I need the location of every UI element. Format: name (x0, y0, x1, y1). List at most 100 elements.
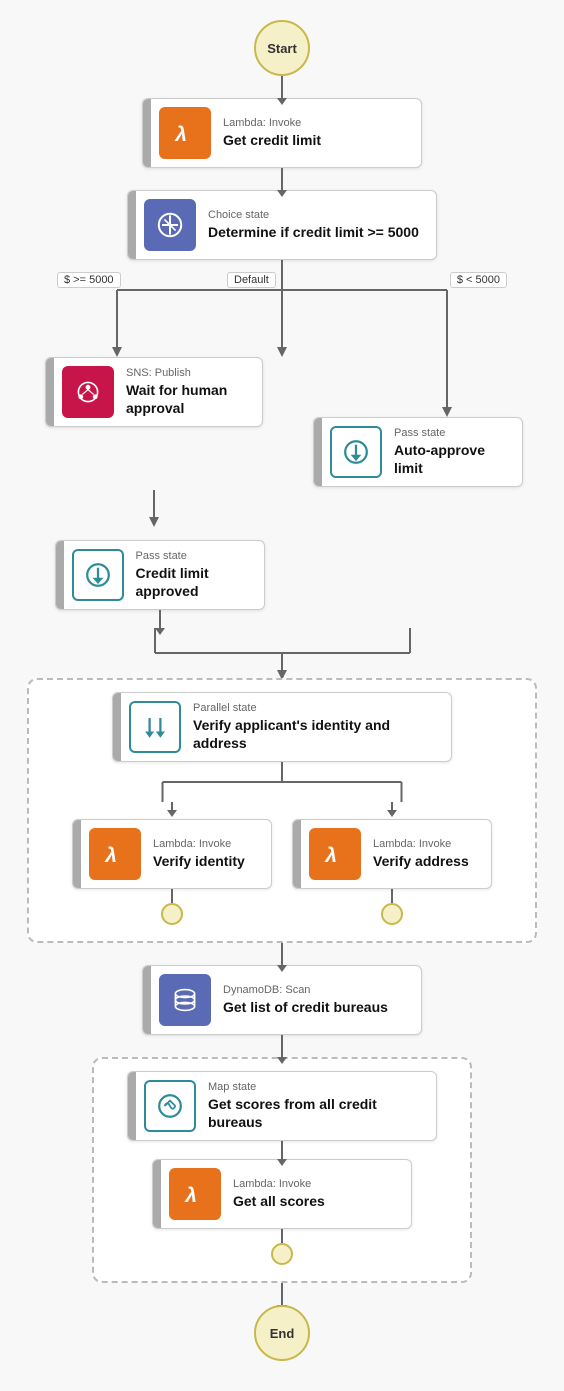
connector-2 (281, 168, 283, 190)
merge-area (37, 628, 527, 678)
node-sidebar (73, 820, 81, 888)
lambda-icon-vi: λ (99, 838, 131, 870)
pass-nodes-row: Pass state Credit limit approved (37, 540, 527, 628)
lambda-get-all-scores[interactable]: λ Lambda: Invoke Get all scores (152, 1159, 412, 1229)
map-end-node (271, 1243, 293, 1265)
connector-1 (281, 76, 283, 98)
node-text: Lambda: Invoke Get all scores (229, 1170, 411, 1218)
lambda-get-credit-limit[interactable]: λ Lambda: Invoke Get credit limit (142, 98, 422, 168)
node-text: Pass state Auto-approve limit (390, 419, 522, 485)
node-sidebar (46, 358, 54, 426)
lambda-icon-scores: λ (179, 1178, 211, 1210)
workflow-canvas: Start λ Lambda: Invoke Get credit limit (0, 0, 564, 1391)
svg-text:λ: λ (174, 123, 187, 146)
node-text: Pass state Credit limit approved (132, 542, 264, 608)
node-sidebar (293, 820, 301, 888)
parallel-state-node[interactable]: Parallel state Verify applicant's identi… (112, 692, 452, 762)
dynamo-icon-box (159, 974, 211, 1026)
arrow-1 (277, 98, 287, 105)
map-icon (152, 1088, 188, 1124)
lambda-icon-box-va: λ (309, 828, 361, 880)
map-container: Map state Get scores from all credit bur… (92, 1057, 472, 1283)
label-gte: $ >= 5000 (57, 270, 121, 288)
parallel-container: Parallel state Verify applicant's identi… (27, 678, 537, 943)
label-lt: $ < 5000 (450, 270, 507, 288)
arrow-va (387, 810, 397, 817)
parallel-end-right (381, 903, 403, 925)
pass-approved-col: Pass state Credit limit approved (37, 540, 282, 628)
conn-vi-top (171, 802, 173, 810)
conn-va-top (391, 802, 393, 810)
parallel-inner: λ Lambda: Invoke Verify identity (43, 802, 521, 925)
parallel-end-left (161, 903, 183, 925)
parallel-icon (137, 709, 173, 745)
conn-map-inner (281, 1141, 283, 1159)
node-sidebar (128, 1072, 136, 1140)
choice-icon (154, 209, 186, 241)
node-text: Lambda: Invoke Verify identity (149, 830, 271, 878)
choice-state-node[interactable]: Choice state Determine if credit limit >… (127, 190, 437, 260)
merge-lines (37, 628, 527, 678)
svg-text:λ: λ (324, 844, 337, 867)
dynamo-icon (169, 984, 201, 1016)
arrow-vi (167, 810, 177, 817)
choice-icon-box (144, 199, 196, 251)
conn-to-map-end (281, 1229, 283, 1243)
arrow-after-parallel (277, 965, 287, 972)
verify-identity-node[interactable]: λ Lambda: Invoke Verify identity (72, 819, 272, 889)
lambda-icon-box-vi: λ (89, 828, 141, 880)
sns-pass-lines (37, 490, 527, 540)
node-sidebar (143, 99, 151, 167)
node-text: DynamoDB: Scan Get list of credit bureau… (219, 976, 421, 1024)
pass-icon-box2 (72, 549, 124, 601)
node-sidebar (113, 693, 121, 761)
arrow-to-map (277, 1057, 287, 1064)
node-sidebar (143, 966, 151, 1034)
start-node: Start (254, 20, 310, 76)
node-text: Map state Get scores from all credit bur… (204, 1073, 436, 1139)
connector-after-parallel (281, 943, 283, 965)
pass-icon2 (80, 557, 116, 593)
lambda-icon-va: λ (319, 838, 351, 870)
parallel-icon-box (129, 701, 181, 753)
conn-pass-approved (159, 610, 161, 628)
pass-icon (338, 434, 374, 470)
verify-identity-col: λ Lambda: Invoke Verify identity (72, 802, 272, 925)
node-sidebar (128, 191, 136, 259)
svg-text:λ: λ (104, 844, 117, 867)
pass-approved-node[interactable]: Pass state Credit limit approved (55, 540, 265, 610)
end-node: End (254, 1305, 310, 1361)
pass-icon-box (330, 426, 382, 478)
connector-to-end (281, 1283, 283, 1305)
node-text: Parallel state Verify applicant's identi… (189, 694, 451, 760)
node-text: Lambda: Invoke Get credit limit (219, 109, 421, 157)
sns-icon (72, 376, 104, 408)
conn-vi-bottom (171, 889, 173, 903)
verify-address-col: λ Lambda: Invoke Verify address (292, 802, 492, 925)
map-icon-box (144, 1080, 196, 1132)
verify-address-node[interactable]: λ Lambda: Invoke Verify address (292, 819, 492, 889)
arrow-map-inner (277, 1159, 287, 1166)
conn-va-bottom (391, 889, 393, 903)
sns-icon-box (62, 366, 114, 418)
node-text: SNS: Publish Wait for human approval (122, 359, 262, 425)
node-sidebar (153, 1160, 161, 1228)
dynamo-node[interactable]: DynamoDB: Scan Get list of credit bureau… (142, 965, 422, 1035)
arrow-2 (277, 190, 287, 197)
node-sidebar (56, 541, 64, 609)
branch-area: $ >= 5000 Default $ < 5000 (37, 260, 527, 490)
label-default: Default (227, 270, 276, 288)
node-text: Choice state Determine if credit limit >… (204, 201, 436, 249)
parallel-split-svg (43, 762, 521, 802)
node-text: Lambda: Invoke Verify address (369, 830, 491, 878)
sns-node[interactable]: SNS: Publish Wait for human approval (45, 357, 263, 427)
lambda-icon-box-scores: λ (169, 1168, 221, 1220)
connector-to-map (281, 1035, 283, 1057)
node-sidebar (314, 418, 322, 486)
parallel-branch-lines (43, 762, 521, 802)
sns-to-pass-area (37, 490, 527, 540)
lambda-icon-box: λ (159, 107, 211, 159)
pass-auto-node[interactable]: Pass state Auto-approve limit (313, 417, 523, 487)
svg-text:λ: λ (184, 1184, 197, 1207)
lambda-icon: λ (169, 117, 201, 149)
